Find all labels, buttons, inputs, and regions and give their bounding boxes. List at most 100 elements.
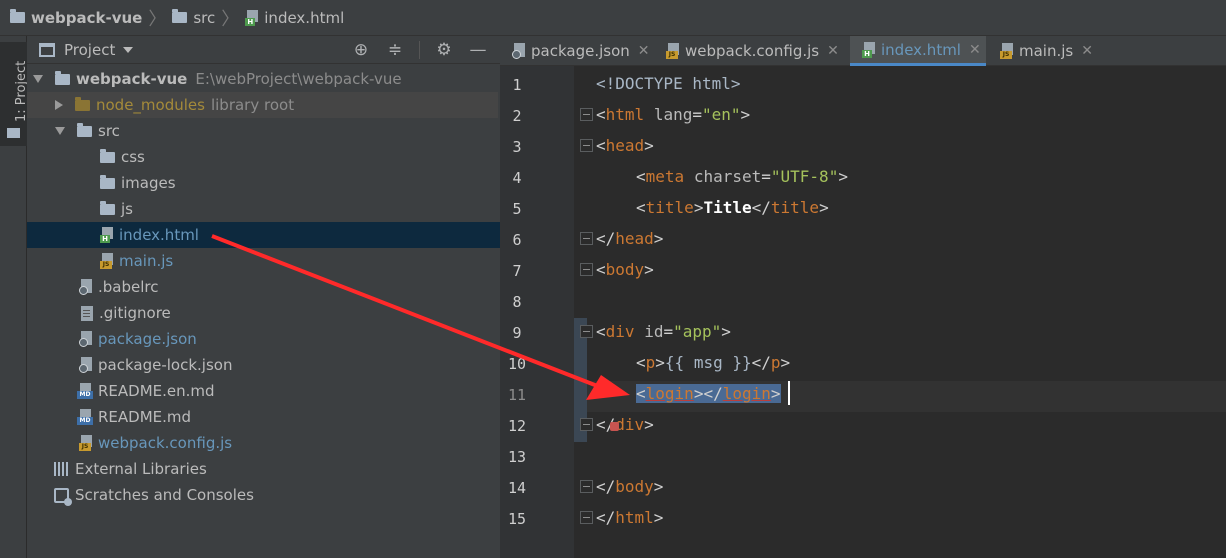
json-file-icon bbox=[79, 357, 93, 373]
tree-item-images[interactable]: images bbox=[27, 170, 500, 196]
folder-icon bbox=[172, 9, 188, 23]
hide-panel-icon[interactable]: — bbox=[468, 40, 488, 60]
tree-item-webpack-vue[interactable]: webpack-vue E:\webProject\webpack-vue bbox=[27, 66, 500, 92]
fold-icon[interactable] bbox=[580, 480, 593, 493]
tree-item-index-html[interactable]: H index.html bbox=[27, 222, 500, 248]
tree-item-scratches[interactable]: Scratches and Consoles bbox=[27, 482, 500, 508]
tag-token: login bbox=[645, 384, 694, 403]
tree-item-label: src bbox=[98, 122, 120, 140]
line-number: 2 bbox=[512, 107, 522, 125]
fold-icon[interactable] bbox=[580, 232, 593, 245]
locate-file-icon[interactable]: ⊕ bbox=[351, 40, 371, 60]
code-line-2[interactable]: <html lang="en"> bbox=[596, 99, 750, 130]
gear-icon[interactable]: ⚙ bbox=[434, 40, 454, 60]
breadcrumb-src-label: src bbox=[193, 8, 216, 27]
close-icon[interactable]: ✕ bbox=[1081, 43, 1093, 59]
project-view-icon bbox=[39, 42, 55, 57]
tree-item-readme-en[interactable]: MD README.en.md bbox=[27, 378, 500, 404]
chevron-down-icon[interactable] bbox=[123, 46, 134, 53]
code-line-9[interactable]: <div id="app"> bbox=[596, 316, 731, 347]
library-root-label: library root bbox=[210, 96, 295, 114]
tag-token: body bbox=[615, 477, 654, 496]
json-file-icon bbox=[79, 331, 93, 347]
tree-item-babelrc[interactable]: .babelrc bbox=[27, 274, 500, 300]
tree-item-src[interactable]: src bbox=[27, 118, 500, 144]
tree-item-css[interactable]: css bbox=[27, 144, 500, 170]
tree-item-package-json[interactable]: package.json bbox=[27, 326, 500, 352]
tree-item-webpack-config[interactable]: JS webpack.config.js bbox=[27, 430, 500, 456]
folder-icon bbox=[77, 122, 92, 137]
expand-arrow-icon[interactable] bbox=[33, 75, 43, 83]
code-line-11[interactable]: <login></login> bbox=[636, 378, 781, 409]
project-view-selector[interactable]: Project bbox=[64, 41, 115, 59]
code-line-3[interactable]: <head> bbox=[596, 130, 654, 161]
tree-item-js[interactable]: js bbox=[27, 196, 500, 222]
tab-webpack-config[interactable]: JS webpack.config.js ✕ bbox=[654, 36, 848, 66]
code-line-1[interactable]: <!DOCTYPE html> bbox=[596, 68, 741, 99]
html-file-icon: H bbox=[100, 227, 114, 243]
js-file-icon: JS bbox=[666, 43, 680, 59]
breadcrumb-src[interactable]: src bbox=[172, 9, 215, 27]
code-line-4[interactable]: <meta charset="UTF-8"> bbox=[636, 161, 848, 192]
string-token: "app" bbox=[673, 322, 722, 341]
code-line-12[interactable]: </div> bbox=[596, 409, 654, 440]
tag-token: p bbox=[645, 353, 656, 372]
tree-item-label: Scratches and Consoles bbox=[75, 486, 254, 504]
collapse-arrow-icon[interactable] bbox=[55, 100, 63, 110]
project-panel: Project ⊕ ≑ ⚙ — webpack-vue E:\webProjec… bbox=[27, 36, 500, 558]
fold-icon[interactable] bbox=[580, 418, 593, 431]
expand-arrow-icon[interactable] bbox=[55, 127, 65, 135]
collapse-all-icon[interactable]: ≑ bbox=[385, 40, 405, 60]
fold-icon[interactable] bbox=[580, 139, 593, 152]
tab-label: package.json bbox=[531, 42, 630, 60]
breadcrumb-project[interactable]: webpack-vue bbox=[10, 9, 142, 27]
tag-token: html bbox=[615, 508, 654, 527]
close-icon[interactable]: ✕ bbox=[638, 43, 650, 59]
tab-label: index.html bbox=[881, 40, 961, 59]
fold-icon[interactable] bbox=[580, 511, 593, 524]
tree-item-label: .gitignore bbox=[99, 304, 171, 322]
error-marker-icon[interactable] bbox=[610, 422, 619, 431]
close-icon[interactable]: ✕ bbox=[969, 42, 981, 58]
tree-item-main-js[interactable]: JS main.js bbox=[27, 248, 500, 274]
code-line-6[interactable]: </head> bbox=[596, 223, 663, 254]
breadcrumb-file[interactable]: Hindex.html bbox=[245, 9, 344, 27]
fold-icon[interactable] bbox=[580, 263, 593, 276]
close-icon[interactable]: ✕ bbox=[827, 43, 839, 59]
library-icon bbox=[54, 462, 69, 476]
tree-item-external-libraries[interactable]: External Libraries bbox=[27, 456, 500, 482]
tab-main-js[interactable]: JS main.js ✕ bbox=[988, 36, 1106, 66]
attr-token: id bbox=[644, 322, 664, 341]
code-line-7[interactable]: <body> bbox=[596, 254, 654, 285]
line-number: 11 bbox=[507, 386, 527, 404]
fold-icon[interactable] bbox=[580, 108, 593, 121]
tag-token: head bbox=[615, 229, 654, 248]
tag-token: login bbox=[722, 384, 771, 403]
line-number-gutter[interactable]: 1 2 3 4 5 6 7 8 9 10 11 12 13 14 15 bbox=[500, 66, 574, 558]
fold-icon[interactable] bbox=[580, 325, 593, 338]
tree-item-node-modules[interactable]: node_modules library root bbox=[27, 92, 498, 118]
tree-item-label: webpack.config.js bbox=[98, 434, 233, 452]
code-line-5[interactable]: <title>Title</title> bbox=[636, 192, 829, 223]
folder-icon bbox=[100, 174, 115, 189]
code-line-14[interactable]: </body> bbox=[596, 471, 663, 502]
tree-item-label: images bbox=[121, 174, 176, 192]
html-file-icon: H bbox=[862, 41, 876, 58]
folder-icon bbox=[7, 128, 20, 138]
tag-token: meta bbox=[645, 167, 685, 186]
markdown-file-icon: MD bbox=[77, 383, 93, 399]
project-tool-tab[interactable]: 1: Project bbox=[0, 42, 29, 146]
tab-package-json[interactable]: package.json ✕ bbox=[500, 36, 650, 66]
tree-item-readme[interactable]: MD README.md bbox=[27, 404, 500, 430]
tree-item-package-lock-json[interactable]: package-lock.json bbox=[27, 352, 500, 378]
json-file-icon bbox=[512, 43, 526, 59]
code-line-10[interactable]: <p>{{ msg }}</p> bbox=[636, 347, 790, 378]
tag-token: body bbox=[605, 260, 645, 279]
tool-window-strip: 1: Project bbox=[0, 36, 29, 558]
tree-item-gitignore[interactable]: .gitignore bbox=[27, 300, 500, 326]
code-line-15[interactable]: </html> bbox=[596, 502, 663, 533]
js-file-icon: JS bbox=[1000, 43, 1014, 59]
tab-index-html[interactable]: H index.html ✕ bbox=[850, 36, 986, 66]
text-file-icon bbox=[81, 305, 93, 321]
folder-icon bbox=[100, 148, 115, 163]
